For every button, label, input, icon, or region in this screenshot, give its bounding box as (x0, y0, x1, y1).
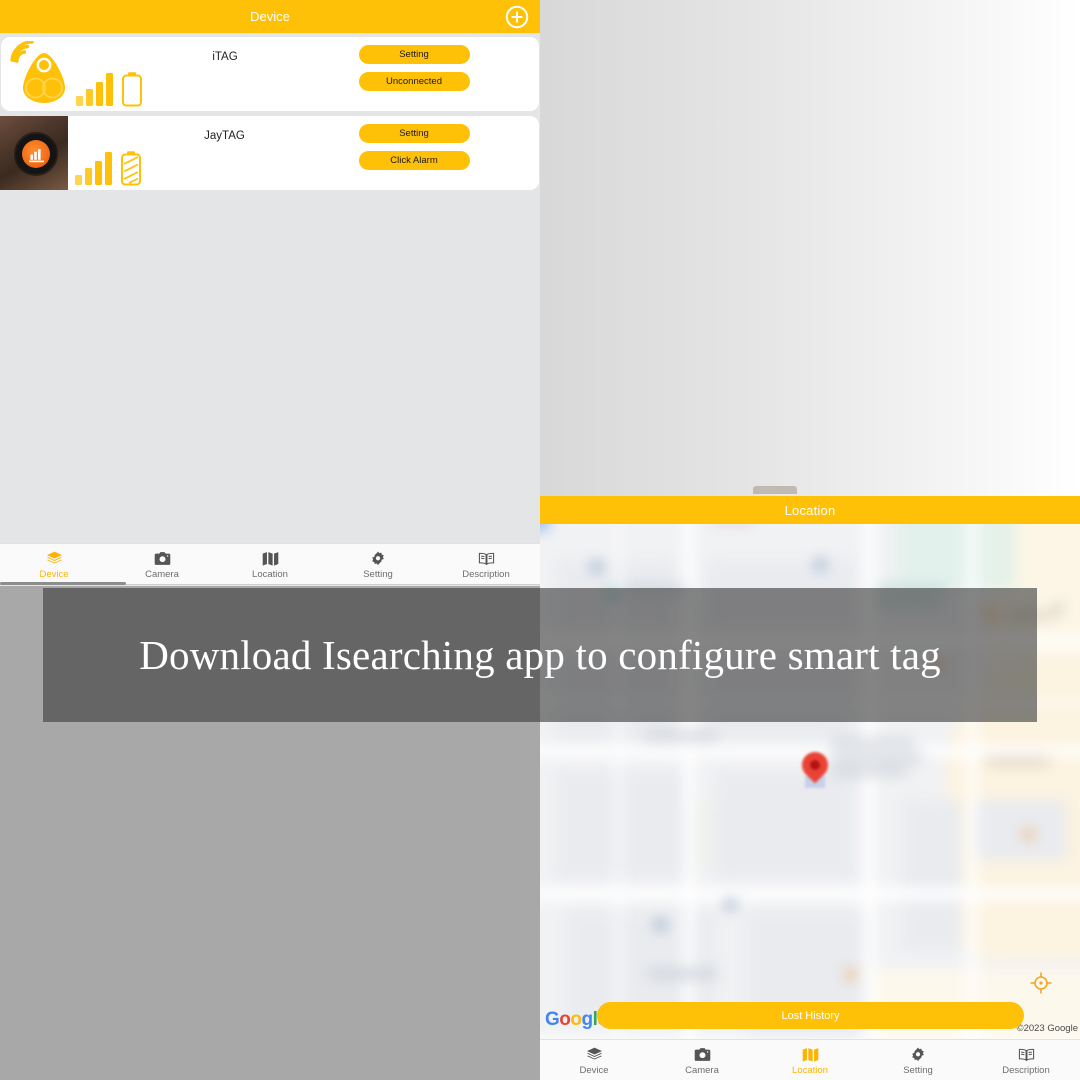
open-book-icon (478, 551, 495, 566)
open-book-icon (1018, 1047, 1035, 1062)
tab-label: Device (579, 1065, 609, 1076)
tab-label: Camera (145, 569, 179, 580)
map-poi (1054, 604, 1063, 613)
panel-notch (753, 486, 797, 494)
bottom-tabbar-device: Device Camera Location Setting Descripti… (0, 543, 540, 585)
device-actions: Setting Click Alarm (289, 116, 539, 170)
tab-setting[interactable]: Setting (324, 544, 432, 584)
tab-label: Setting (903, 1065, 933, 1076)
tab-location[interactable]: Location (216, 544, 324, 584)
signal-strength-icon (74, 151, 116, 185)
map-block (556, 770, 686, 880)
device-row[interactable]: iTAG Setting Unconnected (1, 37, 539, 111)
map-marker-pin[interactable] (796, 746, 834, 788)
setting-button[interactable]: Setting (358, 45, 470, 64)
tab-label: Camera (685, 1065, 719, 1076)
map-label (831, 768, 907, 775)
map-block (976, 800, 1066, 860)
tab-device[interactable]: Device (540, 1040, 648, 1080)
tab-label: Setting (363, 569, 393, 580)
location-screen: Location (540, 0, 1080, 1080)
layers-icon (586, 1047, 603, 1062)
map-poi (846, 970, 855, 979)
tab-label: Description (1002, 1065, 1050, 1076)
device-list: iTAG Setting Unconnected JayTAG Setting … (0, 33, 540, 190)
camera-icon (154, 551, 171, 566)
home-indicator (0, 582, 126, 585)
map-block (716, 770, 856, 880)
map-label: Associates (714, 524, 753, 525)
map-label (831, 754, 923, 761)
map-poi (816, 560, 825, 569)
map-poi (592, 562, 601, 571)
map-road (540, 888, 1080, 900)
tab-camera[interactable]: Camera (648, 1040, 756, 1080)
layers-icon (46, 551, 63, 566)
plus-circle-icon[interactable] (504, 4, 530, 30)
map-transit-icon (540, 524, 548, 530)
promo-overlay-banner: Download Isearching app to configure sma… (43, 588, 1037, 722)
camera-icon (694, 1047, 711, 1062)
setting-button[interactable]: Setting (358, 124, 470, 143)
gear-icon (370, 551, 387, 566)
device-visual (1, 37, 201, 111)
location-header: Location (540, 496, 1080, 524)
map-label (648, 970, 718, 978)
app-root: Location Googl ©2023 Google Lost History… (0, 0, 1080, 1080)
crosshair-icon[interactable] (1029, 971, 1053, 995)
map-icon (262, 551, 279, 566)
tab-description[interactable]: Description (432, 544, 540, 584)
battery-icon-charging (120, 150, 142, 186)
map-label (986, 758, 1050, 765)
tab-camera[interactable]: Camera (108, 544, 216, 584)
photo-logo-ring (16, 134, 56, 174)
blank-gradient-area (540, 0, 1080, 496)
promo-text: Download Isearching app to configure sma… (139, 632, 941, 678)
photo-logo-glyph (22, 140, 50, 168)
device-actions: Setting Unconnected (289, 37, 539, 91)
alarm-button[interactable]: Click Alarm (358, 151, 470, 170)
map-icon (802, 1047, 819, 1062)
signal-strength-icon (75, 72, 117, 106)
device-header-title: Device (250, 9, 290, 24)
map-poi (656, 920, 665, 929)
tab-location[interactable]: Location (756, 1040, 864, 1080)
map-label (644, 732, 718, 741)
battery-icon-empty (121, 71, 143, 107)
tab-label: Device (39, 569, 69, 580)
lost-history-button[interactable]: Lost History (597, 1002, 1024, 1029)
device-visual (0, 116, 200, 190)
itag-tag-icon (19, 51, 69, 105)
device-screen: Device iTAG Setting Unconnected JayTAG S… (0, 0, 540, 586)
tab-label: Description (462, 569, 510, 580)
connection-status-button[interactable]: Unconnected (358, 72, 470, 91)
device-header: Device (0, 0, 540, 33)
map-poi (726, 900, 735, 909)
map-park-area (896, 524, 1016, 590)
device-row[interactable]: JayTAG Setting Click Alarm (0, 116, 539, 190)
map-attribution: ©2023 Google (1016, 1023, 1078, 1034)
gear-icon (910, 1047, 927, 1062)
tab-description[interactable]: Description (972, 1040, 1080, 1080)
tab-label: Location (252, 569, 288, 580)
map-poi (1024, 830, 1033, 839)
map-label (831, 740, 915, 747)
device-photo-thumbnail (0, 116, 68, 190)
tab-device[interactable]: Device (0, 544, 108, 584)
map-block (901, 800, 961, 950)
location-header-title: Location (784, 502, 836, 518)
tab-label: Location (792, 1065, 828, 1076)
bottom-tabbar-location: Device Camera Location Setting Descripti… (540, 1039, 1080, 1080)
tab-setting[interactable]: Setting (864, 1040, 972, 1080)
